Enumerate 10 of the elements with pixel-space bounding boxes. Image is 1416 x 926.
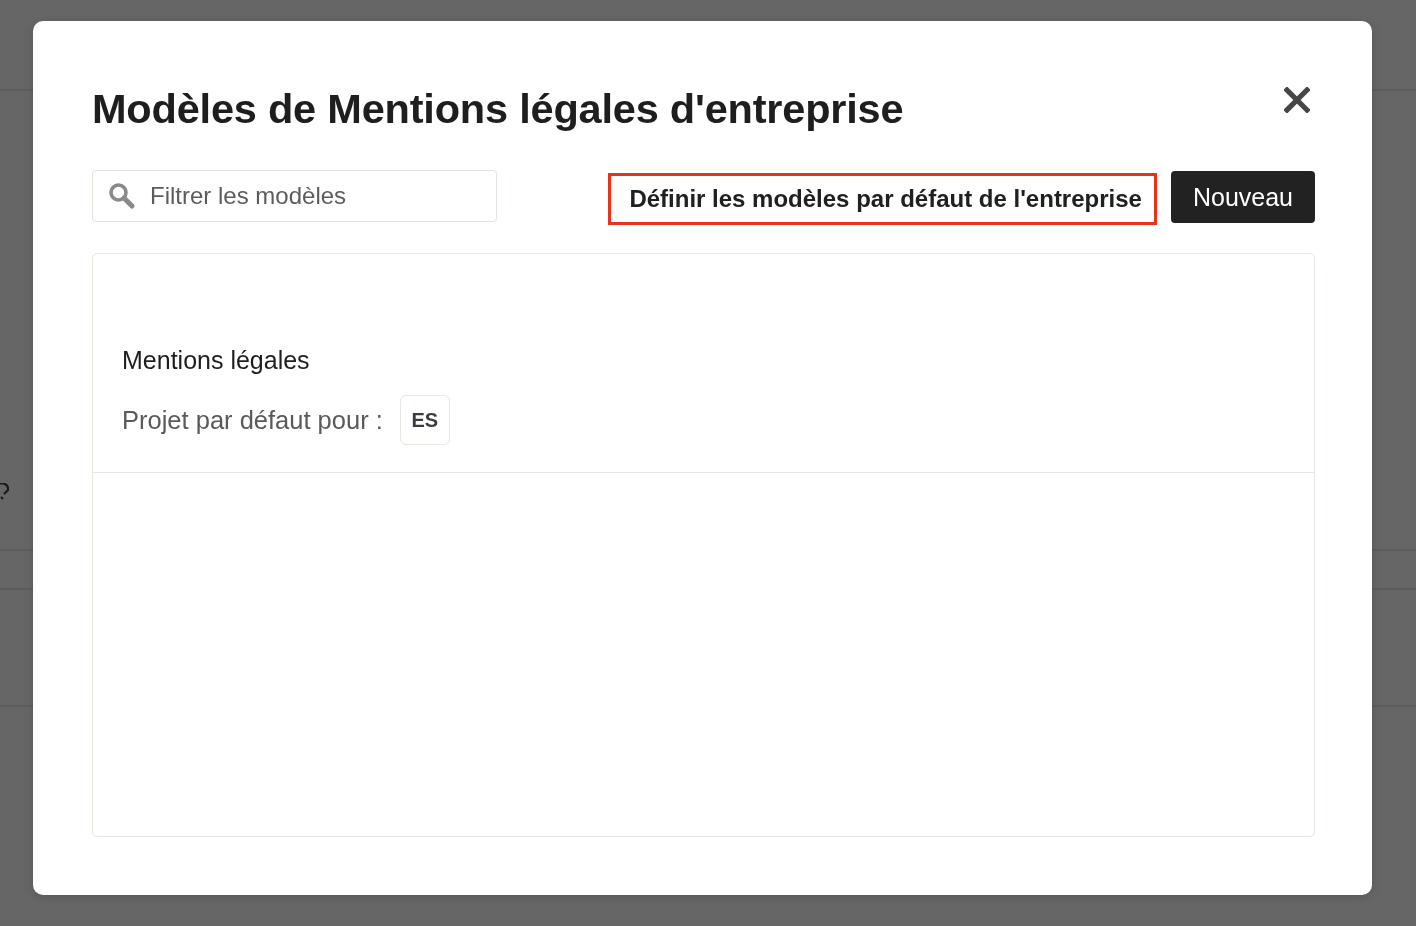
dialog-title: Modèles de Mentions légales d'entreprise xyxy=(92,84,904,134)
language-badge: ES xyxy=(399,395,450,445)
default-for-label: Projet par défaut pour : xyxy=(122,405,383,435)
template-name: Mentions légales xyxy=(122,345,310,375)
new-button[interactable]: Nouveau xyxy=(1170,171,1315,223)
search-field[interactable]: Filtrer les modèles xyxy=(92,170,497,222)
set-defaults-button[interactable]: Définir les modèles par défaut de l'entreprise xyxy=(608,173,1157,225)
partial-icon xyxy=(0,483,9,500)
close-icon[interactable] xyxy=(1284,87,1310,113)
search-icon xyxy=(108,182,136,210)
